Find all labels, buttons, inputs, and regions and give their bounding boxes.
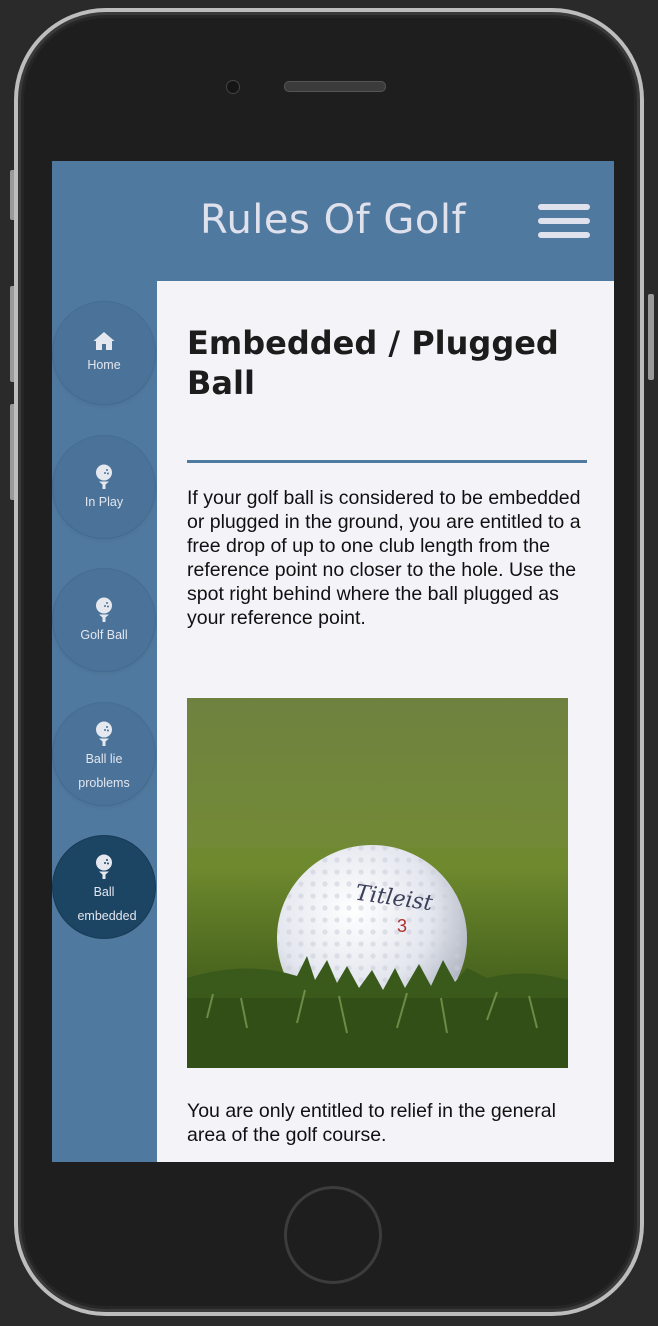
title-divider — [187, 460, 587, 463]
embedded-golf-ball-photo: Titleist 3 — [187, 698, 568, 1068]
page-title: Embedded / Plugged Ball — [187, 324, 559, 402]
sidebar-item-ball-embedded[interactable]: Ball embedded — [53, 836, 155, 938]
sidebar-item-label: Golf Ball — [80, 628, 128, 642]
golf-ball-tee-icon — [96, 854, 112, 879]
golf-ball-tee-icon — [96, 721, 112, 746]
app-screen: Rules Of Golf Home In Play Golf Ball Bal… — [52, 161, 614, 1162]
sidebar-item-label: Home — [87, 358, 121, 372]
sidebar-item-label-line-1: Ball lie — [85, 752, 123, 766]
article-content: Embedded / Plugged Ball If your golf bal… — [157, 281, 614, 1162]
front-camera — [226, 80, 240, 94]
golf-ball-tee-icon — [96, 464, 112, 489]
sidebar-item-label-line-1: Ball — [93, 885, 115, 899]
article-note-text: You are only entitled to relief in the g… — [187, 1100, 556, 1146]
sidebar-item-in-play[interactable]: In Play — [53, 436, 155, 538]
app-header: Rules Of Golf — [52, 161, 614, 281]
sidebar-item-home[interactable]: Home — [53, 302, 155, 404]
hamburger-menu-icon[interactable] — [538, 203, 590, 239]
earpiece-speaker — [284, 81, 386, 92]
sidebar-item-golf-ball[interactable]: Golf Ball — [53, 569, 155, 671]
sidebar-item-label: In Play — [84, 495, 124, 509]
power-button — [648, 294, 654, 380]
sidebar-item-ball-lie-problems[interactable]: Ball lie problems — [53, 703, 155, 805]
sidebar-item-label-line-2: embedded — [77, 909, 137, 923]
golf-ball-tee-icon — [96, 597, 112, 622]
ball-number-text: 3 — [397, 916, 407, 936]
app-title: Rules Of Golf — [199, 197, 467, 243]
sidebar-nav: Home In Play Golf Ball Ball lie problems… — [52, 281, 157, 1162]
sidebar-item-label-line-2: problems — [78, 776, 130, 790]
home-button[interactable] — [284, 1186, 382, 1284]
article-intro-text: If your golf ball is considered to be em… — [187, 487, 581, 629]
home-icon — [93, 332, 115, 350]
